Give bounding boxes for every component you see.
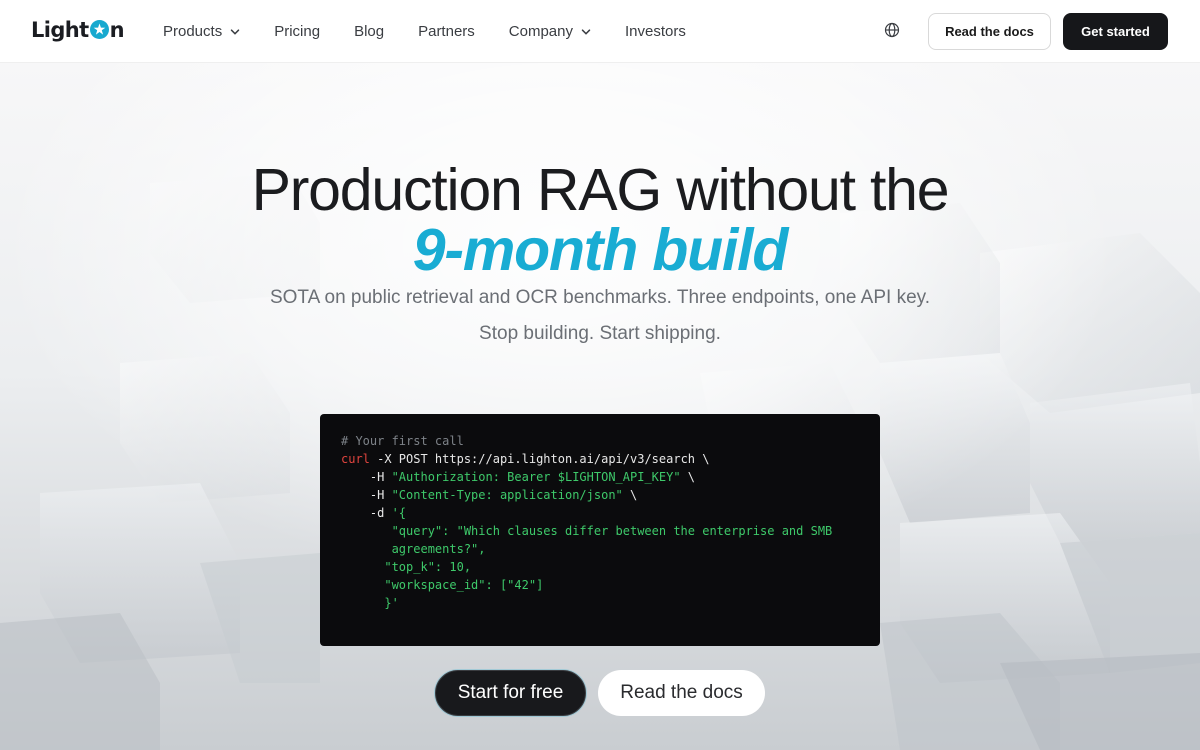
chevron-down-icon (230, 28, 240, 35)
code-line: -H "Authorization: Bearer $LIGHTON_API_K… (341, 468, 860, 486)
start-for-free-button[interactable]: Start for free (435, 670, 586, 716)
code-line: "workspace_id": ["42"] (341, 576, 860, 594)
lighton-logo[interactable]: Light n (31, 15, 125, 45)
code-command: curl (341, 452, 370, 466)
code-text: -X POST https://api.lighton.ai/api/v3/se… (369, 452, 710, 466)
nav-item-products[interactable]: Products (163, 23, 240, 40)
code-string: "Content-Type: application/json" (391, 488, 623, 502)
main-nav: Products Pricing Blog Partners Company I… (163, 0, 720, 63)
nav-item-label: Investors (625, 23, 686, 40)
code-line: # Your first call (341, 432, 860, 450)
hero-subtitle: SOTA on public retrieval and OCR benchma… (269, 287, 931, 308)
nav-item-partners[interactable]: Partners (418, 23, 475, 40)
nav-item-blog[interactable]: Blog (354, 23, 384, 40)
hero-headline: Production RAG without the (251, 157, 950, 223)
get-started-button[interactable]: Get started (1063, 13, 1168, 50)
code-line: "query": "Which clauses differ between t… (341, 522, 860, 540)
code-string: "query": "Which clauses differ between t… (341, 524, 833, 538)
code-string: }' (341, 596, 399, 610)
code-sample-block[interactable]: # Your first call curl -X POST https://ap… (320, 414, 880, 646)
hero-tagline: Stop building. Start shipping. (479, 323, 721, 344)
nav-item-label: Blog (354, 23, 385, 40)
top-navigation-bar: Light n Products Pricing Blog Partners Co… (0, 0, 1200, 63)
chevron-down-icon (581, 28, 591, 35)
code-string: "workspace_id": ["42"] (341, 578, 544, 592)
nav-item-label: Company (508, 23, 573, 40)
logo-text-right: n (109, 18, 125, 42)
code-line: -H "Content-Type: application/json" \ (341, 486, 860, 504)
code-flag: -d (341, 506, 392, 520)
code-flag: -H (341, 470, 392, 484)
nav-item-label: Pricing (274, 23, 321, 40)
logo-text-left: Light (31, 18, 89, 42)
code-text: \ (622, 488, 638, 502)
nav-item-label: Partners (418, 23, 475, 40)
read-docs-button[interactable]: Read the docs (928, 13, 1051, 50)
nav-item-pricing[interactable]: Pricing (274, 23, 320, 40)
code-string: "top_k": 10, (341, 560, 472, 574)
code-line: curl -X POST https://api.lighton.ai/api/… (341, 450, 860, 468)
read-the-docs-button[interactable]: Read the docs (598, 670, 765, 716)
nav-item-investors[interactable]: Investors (625, 23, 686, 40)
code-line: -d '{ (341, 504, 860, 522)
code-flag: -H (341, 488, 392, 502)
code-line: "top_k": 10, (341, 558, 860, 576)
nav-item-label: Products (163, 23, 223, 40)
code-comment: # Your first call (341, 434, 464, 448)
globe-icon[interactable] (884, 22, 900, 38)
code-text: \ (680, 470, 696, 484)
code-line: agreements?", (341, 540, 860, 558)
code-string: "Authorization: Bearer $LIGHTON_API_KEY" (391, 470, 681, 484)
hero-headline-accent: 9-month build (412, 217, 789, 283)
code-string: '{ (391, 506, 407, 520)
logo-star-icon (89, 19, 109, 39)
code-line: }' (341, 594, 860, 612)
code-string: agreements?", (341, 542, 486, 556)
nav-item-company[interactable]: Company (509, 23, 591, 40)
